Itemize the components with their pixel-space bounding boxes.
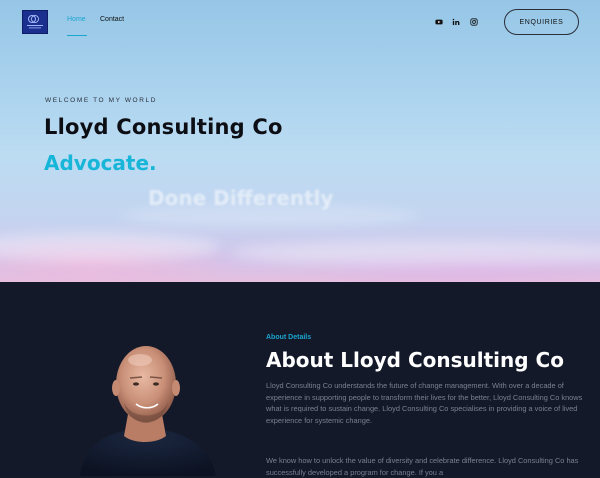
hero-faded-tagline: Done Differently — [148, 186, 334, 210]
about-kicker: About Details — [266, 334, 312, 341]
portrait-photo — [70, 322, 220, 476]
about-title: About Lloyd Consulting Co — [266, 348, 564, 372]
hero-subtitle: Advocate. — [44, 151, 157, 175]
about-paragraph-2: We know how to unlock the value of diver… — [266, 456, 579, 477]
youtube-icon[interactable] — [435, 18, 443, 26]
lloyd-consulting-logo-icon — [27, 15, 43, 29]
about-section: About Details About Lloyd Consulting Co … — [0, 282, 600, 477]
instagram-icon[interactable] — [470, 18, 478, 26]
linkedin-icon[interactable] — [452, 18, 460, 26]
hero-section: Home Contact ENQUIRIES WELCOME TO MY WOR… — [0, 0, 600, 282]
logo[interactable] — [22, 10, 48, 34]
nav-active-underline — [67, 35, 87, 36]
enquiries-button[interactable]: ENQUIRIES — [504, 9, 579, 35]
nav-home-link[interactable]: Home — [67, 16, 86, 23]
hero-title: Lloyd Consulting Co — [44, 115, 283, 139]
nav-contact-link[interactable]: Contact — [100, 16, 124, 23]
about-paragraph-1: Lloyd Consulting Co understands the futu… — [266, 381, 583, 425]
hero-kicker: WELCOME TO MY WORLD — [45, 97, 158, 104]
